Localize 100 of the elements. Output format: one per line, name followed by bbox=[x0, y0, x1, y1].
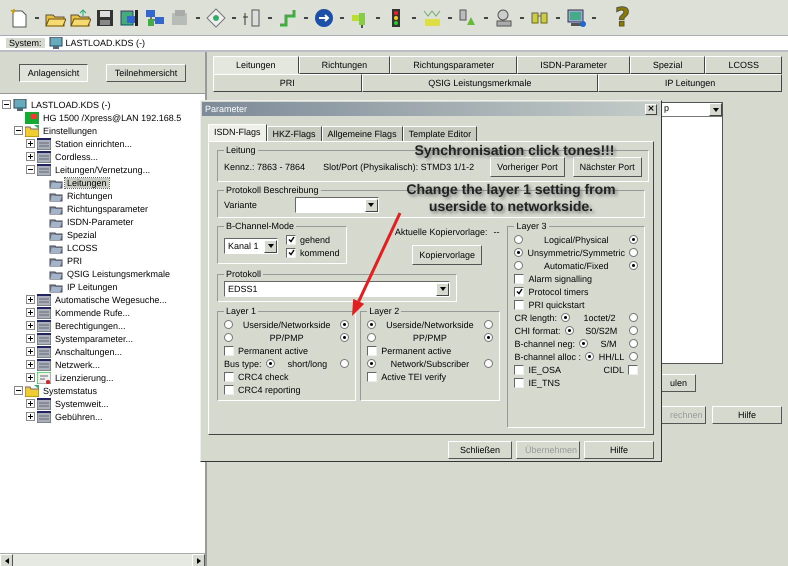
radio-button[interactable] bbox=[629, 235, 638, 244]
tab[interactable]: Allgemeine Flags bbox=[322, 126, 403, 141]
dropdown-field[interactable]: Kanal 1 bbox=[224, 238, 278, 254]
checkbox[interactable] bbox=[224, 346, 234, 356]
radio-button[interactable] bbox=[340, 359, 350, 368]
tree-item[interactable]: Lizenzierung... bbox=[53, 372, 116, 382]
port-button[interactable]: Nächster Port bbox=[572, 157, 642, 177]
expand-toggle[interactable] bbox=[14, 386, 23, 395]
dialog-button[interactable]: Schließen bbox=[448, 441, 512, 459]
tab[interactable]: Spezial bbox=[630, 56, 706, 74]
radio-button[interactable] bbox=[629, 352, 638, 361]
tree-item[interactable]: Richtungsparameter bbox=[65, 204, 150, 214]
tree-item[interactable]: Systemstatus bbox=[41, 386, 100, 396]
checkbox[interactable] bbox=[628, 364, 638, 374]
tree-item[interactable]: Netzwerk... bbox=[53, 360, 102, 370]
expand-toggle[interactable] bbox=[26, 412, 35, 421]
checkbox[interactable] bbox=[514, 286, 524, 296]
expand-toggle[interactable] bbox=[26, 360, 35, 369]
radio-button[interactable] bbox=[367, 333, 376, 342]
tab[interactable]: Leitungen bbox=[213, 56, 299, 74]
tab[interactable]: PRI bbox=[213, 74, 362, 92]
checkbox[interactable] bbox=[367, 346, 378, 356]
scroll-left-button[interactable] bbox=[0, 554, 13, 566]
expand-toggle[interactable] bbox=[26, 347, 35, 356]
radio-button[interactable] bbox=[514, 235, 524, 244]
radio-button[interactable] bbox=[224, 320, 233, 329]
tree-item[interactable]: Cordless... bbox=[53, 152, 100, 162]
tree-item[interactable]: Automatische Wegesuche... bbox=[53, 294, 169, 304]
tree-item[interactable]: Kommende Rufe... bbox=[53, 308, 132, 318]
tree-item[interactable]: Richtungen bbox=[65, 190, 115, 200]
radio-button[interactable] bbox=[564, 326, 574, 335]
checkbox[interactable] bbox=[514, 378, 524, 388]
expand-toggle[interactable] bbox=[26, 321, 35, 330]
tab[interactable]: Richtungsparameter bbox=[390, 56, 518, 74]
tree-item[interactable]: ISDN-Parameter bbox=[65, 216, 136, 226]
tree-item[interactable]: QSIG Leistungsmerkmale bbox=[65, 268, 172, 278]
radio-button[interactable] bbox=[629, 248, 638, 257]
tree-item[interactable]: LASTLOAD.KDS (-) bbox=[29, 100, 113, 110]
radio-button[interactable] bbox=[484, 359, 492, 368]
tree-item[interactable]: IP Leitungen bbox=[65, 282, 120, 292]
horizontal-scrollbar[interactable] bbox=[0, 553, 205, 566]
tree-item[interactable]: Systemweit... bbox=[53, 398, 111, 408]
tree-item[interactable]: Gebühren... bbox=[53, 412, 105, 422]
tab[interactable]: QSIG Leistungsmerkmale bbox=[362, 74, 598, 92]
radio-button[interactable] bbox=[629, 326, 638, 335]
radio-button[interactable] bbox=[340, 320, 350, 329]
checkbox[interactable] bbox=[224, 384, 234, 394]
tree-item[interactable]: PRI bbox=[65, 256, 84, 266]
view-button[interactable]: Teilnehmersicht bbox=[106, 64, 186, 82]
radio-button[interactable] bbox=[484, 333, 492, 342]
tab[interactable]: ISDN-Flags bbox=[208, 124, 267, 141]
expand-toggle[interactable] bbox=[26, 139, 35, 148]
checkbox[interactable] bbox=[367, 372, 378, 382]
radio-button[interactable] bbox=[561, 313, 570, 322]
expand-toggle[interactable] bbox=[26, 308, 35, 317]
tab[interactable]: Richtungen bbox=[298, 56, 390, 74]
scroll-right-button[interactable] bbox=[192, 554, 205, 566]
tree-item[interactable]: Station einrichten... bbox=[53, 138, 134, 148]
radio-button[interactable] bbox=[514, 261, 524, 270]
tab[interactable]: HKZ-Flags bbox=[266, 126, 322, 141]
expand-toggle[interactable] bbox=[26, 295, 35, 304]
dropdown-field[interactable] bbox=[294, 197, 379, 213]
radio-button[interactable] bbox=[629, 261, 638, 270]
button[interactable]: ulen bbox=[661, 374, 696, 392]
tree-item[interactable]: Leitungen bbox=[65, 178, 109, 188]
radio-button[interactable] bbox=[367, 320, 376, 329]
checkbox[interactable] bbox=[286, 248, 296, 258]
tab[interactable]: IP Leitungen bbox=[598, 74, 782, 92]
checkbox[interactable] bbox=[514, 364, 524, 374]
button[interactable]: Hilfe bbox=[712, 406, 782, 424]
expand-toggle[interactable] bbox=[26, 165, 35, 174]
radio-button[interactable] bbox=[579, 339, 588, 348]
tree-item[interactable]: Spezial bbox=[65, 230, 99, 240]
tree-item[interactable]: Berechtigungen... bbox=[53, 320, 128, 330]
dropdown-field[interactable]: EDSS1 bbox=[224, 281, 450, 297]
tab[interactable]: Template Editor bbox=[402, 126, 478, 141]
expand-toggle[interactable] bbox=[26, 152, 35, 161]
tree-item[interactable]: Systemparameter... bbox=[53, 334, 136, 344]
open-folder-icon[interactable] bbox=[69, 6, 91, 28]
globe-icon[interactable] bbox=[313, 6, 335, 28]
radio-button[interactable] bbox=[629, 313, 638, 322]
tab[interactable]: LCOSS bbox=[705, 56, 782, 74]
radio-button[interactable] bbox=[629, 339, 638, 348]
expand-toggle[interactable] bbox=[26, 334, 35, 343]
diamond-icon[interactable] bbox=[205, 6, 227, 28]
list-box[interactable]: p bbox=[661, 102, 723, 364]
template-button[interactable]: Kopiervorlage bbox=[412, 245, 482, 265]
radio-button[interactable] bbox=[367, 359, 376, 368]
tree-item[interactable]: Anschaltungen... bbox=[53, 346, 124, 356]
dialog-button[interactable]: Hilfe bbox=[584, 441, 654, 459]
tree-item[interactable]: Einstellungen bbox=[41, 126, 100, 136]
radio-button[interactable] bbox=[340, 333, 350, 342]
tab[interactable]: ISDN-Parameter bbox=[517, 56, 630, 74]
radio-button[interactable] bbox=[585, 352, 594, 361]
monitor-icon[interactable] bbox=[565, 6, 587, 28]
checkbox[interactable] bbox=[514, 300, 524, 310]
tree-item[interactable]: HG 1500 /Xpress@LAN 192.168.5 bbox=[41, 112, 184, 122]
expand-toggle[interactable] bbox=[26, 399, 35, 408]
radio-button[interactable] bbox=[514, 248, 524, 257]
checkbox[interactable] bbox=[286, 234, 296, 244]
